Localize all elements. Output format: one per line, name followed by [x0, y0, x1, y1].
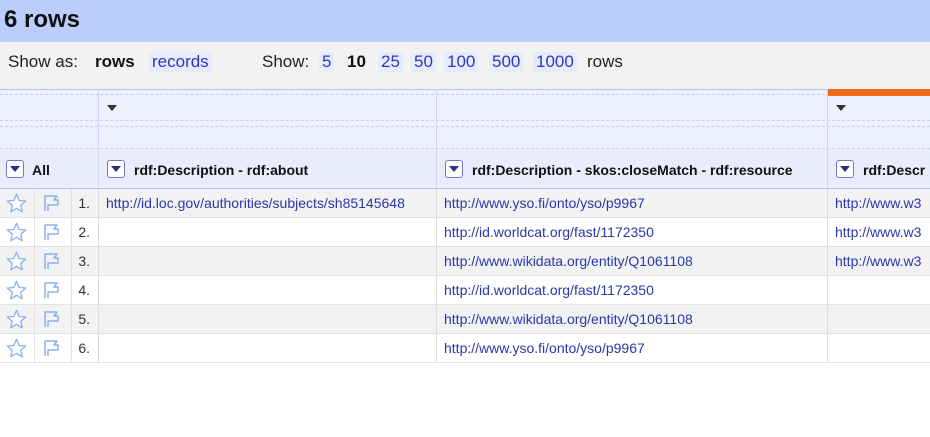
column-group-menu-icon[interactable] — [107, 105, 117, 111]
table-row: 1. http://id.loc.gov/authorities/subject… — [0, 189, 930, 218]
star-icon[interactable] — [6, 338, 27, 358]
star-icon[interactable] — [6, 222, 27, 242]
cell-close-match[interactable]: http://id.worldcat.org/fast/1172350 — [444, 218, 822, 246]
rows-suffix: rows — [587, 52, 623, 71]
view-bar: Show as: rows records Show: 5 10 25 50 1… — [0, 42, 930, 89]
page-size-10[interactable]: 10 — [344, 52, 369, 72]
row-number: 5. — [78, 311, 90, 327]
column-header-area: All rdf:Description - rdf:about rdf:Desc… — [0, 89, 930, 189]
title-bar: 6 rows — [0, 0, 930, 42]
cell-close-match[interactable]: http://www.yso.fi/onto/yso/p9967 — [444, 334, 822, 362]
cell-close-match[interactable]: http://www.yso.fi/onto/yso/p9967 — [444, 189, 822, 217]
page-size-500[interactable]: 500 — [489, 52, 524, 72]
column-1-dropdown-icon[interactable] — [107, 160, 125, 178]
cell-about[interactable] — [106, 247, 432, 275]
active-column-indicator — [828, 89, 930, 96]
page-size-5[interactable]: 5 — [319, 52, 335, 72]
cell-description[interactable]: http://www.w3 — [835, 218, 930, 246]
show-label: Show: — [262, 52, 310, 71]
row-number: 2. — [78, 224, 90, 240]
column-1-header[interactable]: rdf:Description - rdf:about — [134, 162, 308, 178]
row-number: 6. — [78, 340, 90, 356]
row-number: 4. — [78, 282, 90, 298]
cell-close-match[interactable]: http://www.wikidata.org/entity/Q1061108 — [444, 247, 822, 275]
page-size-1000[interactable]: 1000 — [533, 52, 577, 72]
page-size-25[interactable]: 25 — [378, 52, 403, 72]
table-row: 2. http://id.worldcat.org/fast/1172350 h… — [0, 218, 930, 247]
cell-about[interactable]: http://id.loc.gov/authorities/subjects/s… — [106, 189, 432, 217]
flag-icon[interactable] — [42, 338, 62, 358]
star-icon[interactable] — [6, 251, 27, 271]
cell-description[interactable] — [835, 334, 930, 362]
all-columns-dropdown-icon[interactable] — [6, 160, 24, 178]
cell-description[interactable] — [835, 276, 930, 304]
cell-description[interactable]: http://www.w3 — [835, 189, 930, 217]
cell-description[interactable] — [835, 305, 930, 333]
column-2-dropdown-icon[interactable] — [445, 160, 463, 178]
cell-close-match[interactable]: http://id.worldcat.org/fast/1172350 — [444, 276, 822, 304]
flag-icon[interactable] — [42, 222, 62, 242]
star-icon[interactable] — [6, 193, 27, 213]
column-3-dropdown-icon[interactable] — [836, 160, 854, 178]
page-size-100[interactable]: 100 — [444, 52, 479, 72]
column-3-header[interactable]: rdf:Descr — [863, 162, 925, 178]
cell-description[interactable]: http://www.w3 — [835, 247, 930, 275]
star-icon[interactable] — [6, 280, 27, 300]
cell-about[interactable] — [106, 334, 432, 362]
star-icon[interactable] — [6, 309, 27, 329]
flag-icon[interactable] — [42, 280, 62, 300]
table-row: 4. http://id.worldcat.org/fast/1172350 — [0, 276, 930, 305]
row-number: 3. — [78, 253, 90, 269]
all-column-label: All — [32, 162, 50, 178]
cell-close-match[interactable]: http://www.wikidata.org/entity/Q1061108 — [444, 305, 822, 333]
flag-icon[interactable] — [42, 193, 62, 213]
cell-about[interactable] — [106, 218, 432, 246]
column-2-header[interactable]: rdf:Description - skos:closeMatch - rdf:… — [472, 162, 793, 178]
records-mode-option[interactable]: records — [149, 52, 212, 72]
cell-about[interactable] — [106, 276, 432, 304]
row-number: 1. — [78, 195, 90, 211]
flag-icon[interactable] — [42, 309, 62, 329]
table-row: 5. http://www.wikidata.org/entity/Q10611… — [0, 305, 930, 334]
table-row: 3. http://www.wikidata.org/entity/Q10611… — [0, 247, 930, 276]
table-row: 6. http://www.yso.fi/onto/yso/p9967 — [0, 334, 930, 363]
column-group-menu-icon-2[interactable] — [836, 105, 846, 111]
flag-icon[interactable] — [42, 251, 62, 271]
rows-mode-option[interactable]: rows — [92, 52, 138, 72]
row-count-title: 6 rows — [4, 6, 81, 33]
page-size-50[interactable]: 50 — [411, 52, 436, 72]
show-as-label: Show as: — [8, 52, 78, 71]
cell-about[interactable] — [106, 305, 432, 333]
